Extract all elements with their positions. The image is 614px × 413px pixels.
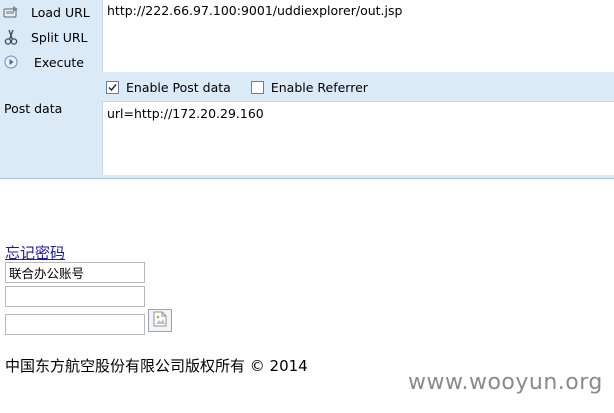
execute-button[interactable]: Execute xyxy=(0,50,102,74)
captcha-input[interactable] xyxy=(5,314,145,335)
hackbar-toolbar: Load URL Split URL Execute Post data htt… xyxy=(0,0,614,179)
account-input[interactable] xyxy=(5,262,145,283)
url-textarea[interactable]: http://222.66.97.100:9001/uddiexplorer/o… xyxy=(102,0,614,72)
load-url-icon xyxy=(3,4,19,20)
split-url-button[interactable]: Split URL xyxy=(0,25,102,49)
watermark-text: www.wooyun.org xyxy=(408,370,603,395)
post-data-label: Post data xyxy=(4,101,63,116)
captcha-image[interactable] xyxy=(148,309,172,332)
forgot-password-link[interactable]: 忘记密码 xyxy=(5,242,65,263)
password-input[interactable] xyxy=(5,286,145,307)
load-url-button[interactable]: Load URL xyxy=(0,0,102,24)
split-url-label: Split URL xyxy=(31,29,88,45)
hackbar-options: Enable Post data Enable Referrer xyxy=(102,74,614,101)
enable-referrer-checkbox[interactable]: Enable Referrer xyxy=(247,80,368,95)
url-value: http://222.66.97.100:9001/uddiexplorer/o… xyxy=(107,3,403,18)
execute-label: Execute xyxy=(34,54,84,70)
load-url-label: Load URL xyxy=(31,4,90,20)
checkbox-unchecked-icon xyxy=(250,81,264,94)
post-data-value: url=http://172.20.29.160 xyxy=(107,106,264,121)
checkbox-checked-icon xyxy=(106,81,119,94)
play-icon xyxy=(3,54,19,70)
enable-referrer-label: Enable Referrer xyxy=(270,80,368,95)
hackbar-sidebar: Load URL Split URL Execute Post data xyxy=(0,0,102,178)
enable-post-label: Enable Post data xyxy=(126,80,231,95)
copyright-text: 中国东方航空股份有限公司版权所有 © 2014 xyxy=(5,357,308,375)
post-data-textarea[interactable]: url=http://172.20.29.160 xyxy=(102,101,614,175)
enable-post-checkbox[interactable]: Enable Post data xyxy=(102,80,231,95)
scissors-icon xyxy=(3,29,19,45)
broken-image-icon xyxy=(152,311,168,330)
